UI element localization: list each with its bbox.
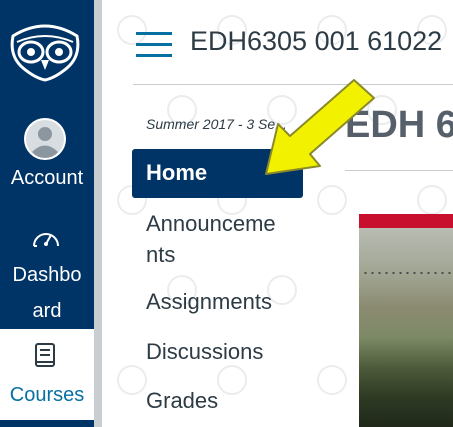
course-nav-discussions[interactable]: Discussions [146,337,263,367]
grades-label: Grades [146,388,219,413]
dashboard-gauge-icon[interactable] [30,226,62,250]
global-navigation: Account Dashbo ard Courses [0,0,94,427]
account-label: Account [10,167,84,189]
discussions-label: Discussions [146,339,264,364]
university-owl-logo-icon[interactable] [7,22,83,82]
announcements-label-line1: Announceme [146,211,276,236]
assignments-label: Assignments [146,289,272,314]
hamburger-menu-icon[interactable] [136,32,172,58]
banner-red-strip [359,214,453,228]
banner-dotted-line [362,272,453,274]
nav-divider [94,0,102,427]
arrow-pointer-icon [265,79,375,175]
breadcrumb-course[interactable]: EDH6305 001 61022 [190,26,442,57]
dashboard-label-line2: ard [32,300,62,322]
banner-photo [359,228,453,427]
course-nav-announcements[interactable]: Announceme nts [146,209,276,270]
course-nav-grades[interactable]: Grades [146,386,218,416]
course-nav-home-label: Home [146,160,208,185]
nav-item-account[interactable]: Account [0,167,94,189]
announcements-label-line2: nts [146,242,176,267]
dashboard-label-line1: Dashbo [12,264,82,286]
courses-label-wrap[interactable]: Courses [0,384,94,406]
course-nav-assignments[interactable]: Assignments [146,287,272,317]
course-banner-image [359,214,453,427]
courses-book-icon[interactable] [34,342,56,370]
courses-label: Courses [9,384,85,406]
nav-item-dashboard[interactable]: Dashbo ard [0,264,94,322]
account-avatar-icon[interactable] [23,117,67,161]
